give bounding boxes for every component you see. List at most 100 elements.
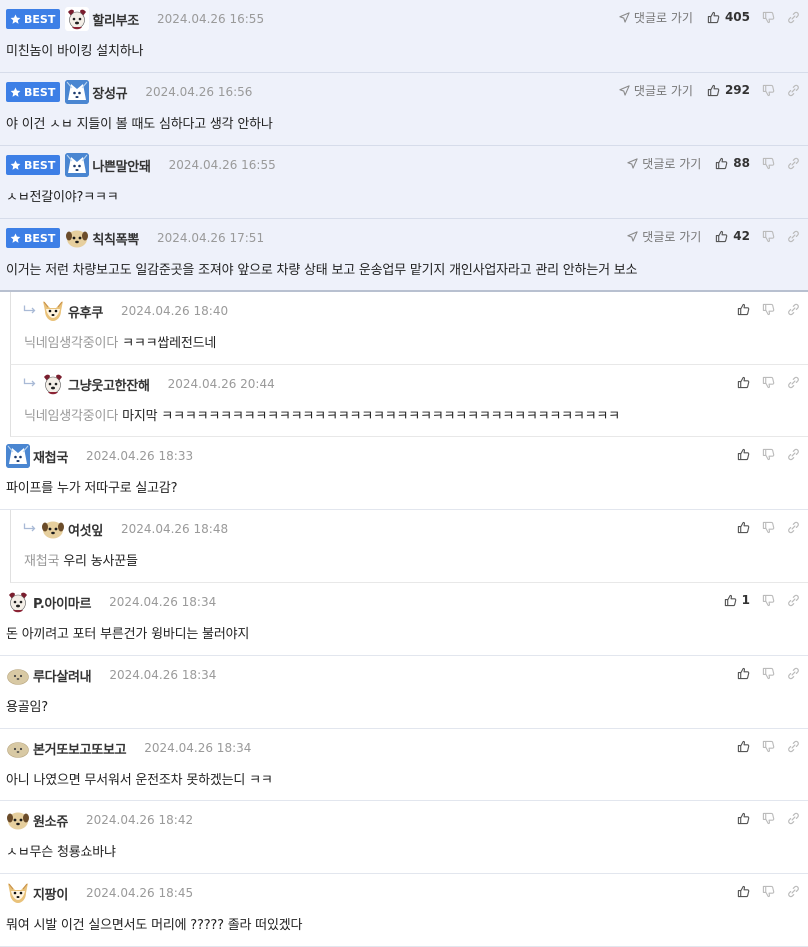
share-link-button[interactable] — [787, 84, 800, 97]
nickname[interactable]: 여섯잎 — [68, 520, 103, 539]
share-link-button[interactable] — [787, 303, 800, 316]
comment: 루다살려내 2024.04.26 18:34 용골임? — [0, 656, 808, 729]
dislike-button[interactable] — [762, 885, 775, 898]
like-button[interactable]: 405 — [707, 10, 750, 24]
avatar[interactable] — [65, 7, 90, 31]
best-comment: BEST 장성규 2024.04.26 16:56 댓글로 가기 292 야 이건 ㅅㅂ … — [0, 73, 808, 146]
nickname[interactable]: 재첩국 — [33, 447, 68, 466]
comment-date: 2024.04.26 18:34 — [109, 668, 217, 682]
reply-mention[interactable]: 닉네임생각중이다 — [24, 409, 118, 424]
share-link-button[interactable] — [787, 157, 800, 170]
avatar[interactable] — [6, 808, 30, 832]
thumbs-up-icon — [737, 521, 750, 534]
reply-mention[interactable]: 닉네임생각중이다 — [24, 336, 118, 351]
comment-header: 원소쥬 2024.04.26 18:42 — [6, 807, 808, 833]
like-button[interactable] — [737, 740, 750, 753]
goto-reply-link[interactable]: 댓글로 가기 — [627, 228, 701, 245]
reply-mention[interactable]: 재첩국 — [24, 554, 59, 569]
dislike-button[interactable] — [762, 84, 775, 97]
comment-body: 야 이건 ㅅㅂ 지들이 볼 때도 심하다고 생각 안하나 — [6, 113, 273, 132]
goto-reply-link[interactable]: 댓글로 가기 — [619, 82, 693, 99]
comment-date: 2024.04.26 18:45 — [85, 886, 194, 900]
comment-text: 이거는 저런 차량보고도 일감준곳을 조져야 앞으로 차량 상태 보고 운송업무… — [6, 263, 638, 278]
like-button[interactable]: 1 — [724, 593, 750, 607]
share-link-button[interactable] — [787, 667, 800, 680]
comment-actions — [737, 807, 800, 829]
nickname[interactable]: 할리부조 — [92, 10, 139, 29]
share-link-button[interactable] — [787, 740, 800, 753]
nickname[interactable]: P.아이마르 — [33, 593, 91, 612]
dislike-button[interactable] — [762, 448, 775, 461]
share-link-button[interactable] — [787, 885, 800, 898]
comment-text: 야 이건 ㅅㅂ 지들이 볼 때도 심하다고 생각 안하나 — [6, 117, 273, 132]
like-button[interactable] — [737, 376, 750, 389]
avatar[interactable] — [41, 299, 65, 323]
dislike-button[interactable] — [762, 812, 775, 825]
like-button[interactable] — [737, 885, 750, 898]
goto-reply-label: 댓글로 가기 — [642, 229, 702, 244]
like-button[interactable]: 88 — [715, 156, 750, 170]
dislike-button[interactable] — [762, 594, 775, 607]
nickname[interactable]: 칙칙폭뽁 — [92, 229, 139, 248]
like-button[interactable] — [737, 521, 750, 534]
nickname[interactable]: 유후쿠 — [68, 302, 103, 321]
comment-text: 아니 나였으면 무서워서 운전조차 못하겠는디 ㅋㅋ — [6, 773, 273, 788]
comment-text: ㅅㅂ전갈이야?ㅋㅋㅋ — [6, 190, 119, 205]
dislike-button[interactable] — [762, 376, 775, 389]
avatar[interactable] — [65, 153, 90, 177]
dislike-button[interactable] — [762, 667, 775, 680]
like-button[interactable] — [737, 448, 750, 461]
comment-date: 2024.04.26 18:33 — [85, 449, 194, 463]
dislike-button[interactable] — [762, 740, 775, 753]
thumbs-down-icon — [762, 157, 775, 170]
share-link-button[interactable] — [787, 11, 800, 24]
like-button[interactable]: 42 — [715, 229, 750, 243]
goto-reply-link[interactable]: 댓글로 가기 — [619, 9, 693, 26]
dislike-button[interactable] — [762, 521, 775, 534]
goto-reply-link[interactable]: 댓글로 가기 — [627, 155, 701, 172]
thumbs-down-icon — [762, 594, 775, 607]
nickname[interactable]: 지팡이 — [33, 884, 68, 903]
thumbs-down-icon — [762, 448, 775, 461]
dislike-button[interactable] — [762, 230, 775, 243]
share-link-button[interactable] — [787, 521, 800, 534]
dislike-button[interactable] — [762, 303, 775, 316]
like-button[interactable]: 292 — [707, 83, 750, 97]
link-icon — [787, 303, 800, 316]
nickname[interactable]: 원소쥬 — [33, 811, 68, 830]
like-button[interactable] — [737, 667, 750, 680]
like-button[interactable] — [737, 303, 750, 316]
share-link-button[interactable] — [787, 376, 800, 389]
share-link-button[interactable] — [787, 594, 800, 607]
avatar[interactable] — [6, 590, 30, 614]
dislike-button[interactable] — [762, 11, 775, 24]
goto-reply-label: 댓글로 가기 — [633, 10, 693, 25]
like-button[interactable] — [737, 812, 750, 825]
comment-header: 유후쿠 2024.04.26 18:40 — [11, 298, 808, 324]
share-link-button[interactable] — [787, 448, 800, 461]
best-badge: BEST — [6, 155, 61, 175]
thumbs-up-icon — [715, 157, 728, 170]
avatar[interactable] — [6, 663, 30, 687]
nickname[interactable]: 그냥웃고한잔해 — [68, 375, 150, 394]
avatar[interactable] — [65, 226, 89, 250]
share-link-button[interactable] — [787, 812, 800, 825]
reply-comment: 그냥웃고한잔해 2024.04.26 20:44 닉네임생각중이다 마지막 ㅋㅋㅋㅋㅋ… — [10, 365, 808, 437]
nickname[interactable]: 장성규 — [92, 83, 127, 102]
comment-header: P.아이마르 2024.04.26 18:34 — [6, 589, 808, 615]
dislike-button[interactable] — [762, 157, 775, 170]
avatar[interactable] — [41, 517, 65, 541]
avatar[interactable] — [6, 881, 30, 905]
share-link-button[interactable] — [787, 230, 800, 243]
comment-body: 아니 나였으면 무서워서 운전조차 못하겠는디 ㅋㅋ — [6, 769, 273, 788]
avatar[interactable] — [41, 372, 65, 396]
comment-actions: 1 — [724, 589, 800, 611]
nickname[interactable]: 루다살려내 — [33, 666, 92, 685]
comment-actions — [737, 443, 800, 465]
avatar[interactable] — [65, 80, 90, 104]
nickname[interactable]: 본거또보고또보고 — [33, 739, 127, 758]
avatar[interactable] — [6, 444, 30, 468]
avatar[interactable] — [6, 736, 30, 760]
nickname[interactable]: 나쁜말안돼 — [92, 156, 151, 175]
thumbs-down-icon — [762, 84, 775, 97]
